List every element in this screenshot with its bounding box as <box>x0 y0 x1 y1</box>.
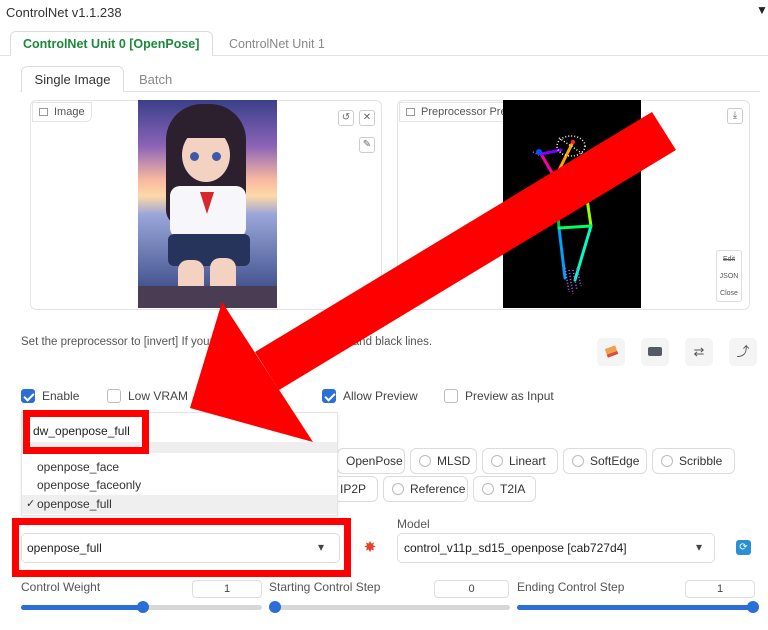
preview-as-input-label: Preview as Input <box>465 389 554 403</box>
pose-skeleton <box>532 135 599 295</box>
collapse-toggle-icon[interactable]: ▼ <box>756 3 768 17</box>
tab-controlnet-unit-0[interactable]: ControlNet Unit 0 [OpenPose] <box>10 31 213 56</box>
enable-label: Enable <box>42 389 80 403</box>
preprocessor-option-openpose-full[interactable]: openpose_full <box>37 497 112 511</box>
starting-step-input[interactable]: 0 <box>434 580 509 598</box>
low-vram-label: Low VRAM <box>128 389 189 403</box>
image-icon <box>406 108 415 116</box>
radio-icon <box>419 455 431 467</box>
curved-arrow-icon: ⤴ <box>736 344 750 359</box>
canvas-edit-button[interactable] <box>597 338 625 366</box>
swap-arrows-icon: ⇄ <box>693 344 705 359</box>
accordion-title[interactable]: ControlNet v1.1.238 <box>6 5 122 20</box>
send-dimensions-button[interactable]: ⤴ <box>729 338 757 366</box>
run-preprocessor-button[interactable]: ✸ <box>359 537 381 559</box>
control-type-label: IP2P <box>340 482 367 496</box>
rotate-icon[interactable]: ↺ <box>338 110 354 126</box>
control-type-mlsd[interactable]: MLSD <box>410 448 477 474</box>
starting-step-track[interactable] <box>269 605 510 610</box>
control-type-lineart[interactable]: Lineart <box>482 448 558 474</box>
preprocessor-option-openpose-face[interactable]: openpose_face <box>37 460 119 474</box>
edit-button[interactable]: Edit <box>717 251 741 268</box>
control-type-scribble[interactable]: Scribble <box>652 448 735 474</box>
json-button[interactable]: JSON <box>717 268 741 285</box>
camera-icon <box>648 347 662 356</box>
starting-step-handle[interactable] <box>269 601 281 613</box>
download-icon[interactable]: ⤓ <box>727 108 743 124</box>
radio-icon <box>491 455 503 467</box>
control-type-openpose[interactable]: OpenPose <box>337 448 405 474</box>
model-selected-value: control_v11p_sd15_openpose [cab727d4] <box>404 541 627 555</box>
highlight-box-search <box>23 410 149 454</box>
image-panel-label: Image <box>32 102 92 122</box>
control-type-label: T2IA <box>500 482 526 496</box>
tab-batch[interactable]: Batch <box>139 72 172 87</box>
hint-text-start: Set the preprocessor to [invert] If your… <box>21 336 236 348</box>
control-weight-input[interactable]: 1 <box>192 580 262 598</box>
starting-step-label: Starting Control Step <box>269 580 381 594</box>
checkmark-icon: ✓ <box>26 498 36 510</box>
highlight-box-preprocessor <box>12 518 351 577</box>
tab-label: ControlNet Unit 0 [OpenPose] <box>23 37 200 51</box>
image-tabs-bar <box>20 91 760 92</box>
ending-step-label: Ending Control Step <box>517 580 625 594</box>
mirror-webcam-button[interactable]: ⇄ <box>685 338 713 366</box>
brush-icon[interactable]: ✎ <box>359 137 375 153</box>
radio-icon <box>661 455 673 467</box>
pose-editor-buttons: Edit JSON Close <box>716 250 742 302</box>
control-type-softedge[interactable]: SoftEdge <box>563 448 647 474</box>
preview-as-input-checkbox[interactable] <box>444 389 458 403</box>
refresh-models-button[interactable]: ⟳ <box>736 540 751 555</box>
model-label: Model <box>397 517 430 531</box>
tab-single-image[interactable]: Single Image <box>21 66 124 92</box>
close-icon[interactable]: ✕ <box>359 110 375 126</box>
enable-checkbox[interactable] <box>21 389 35 403</box>
webcam-button[interactable] <box>641 338 669 366</box>
openpose-skeleton-image <box>503 100 641 308</box>
control-type-t2ia[interactable]: T2IA <box>473 476 536 502</box>
explosion-icon: ✸ <box>363 539 377 556</box>
preprocessor-option-openpose-faceonly[interactable]: openpose_faceonly <box>37 478 141 492</box>
refresh-icon: ⟳ <box>739 542 748 553</box>
image-label: Image <box>54 106 85 118</box>
tab-controlnet-unit-1[interactable]: ControlNet Unit 1 <box>229 37 325 51</box>
ending-step-input[interactable]: 1 <box>685 580 755 598</box>
anime-girl-image <box>138 100 277 308</box>
allow-preview-label: Allow Preview <box>343 389 418 403</box>
control-weight-fill <box>21 605 143 610</box>
ending-step-fill <box>517 605 758 610</box>
control-type-label: Scribble <box>679 454 723 468</box>
hint-text-end: ound and black lines. <box>324 336 433 348</box>
control-type-label: Reference <box>410 482 466 496</box>
ending-step-handle[interactable] <box>747 601 759 613</box>
allow-preview-checkbox[interactable] <box>322 389 336 403</box>
radio-icon <box>572 455 584 467</box>
control-weight-handle[interactable] <box>137 601 149 613</box>
control-type-label: Lineart <box>509 454 546 468</box>
control-type-label: MLSD <box>437 454 471 468</box>
close-button[interactable]: Close <box>717 285 741 302</box>
image-icon <box>39 108 48 116</box>
control-type-label: SoftEdge <box>590 454 640 468</box>
control-type-reference[interactable]: Reference <box>383 476 468 502</box>
control-type-label: OpenPose <box>346 454 403 468</box>
pencil-icon <box>604 345 618 358</box>
control-weight-label: Control Weight <box>21 580 101 594</box>
tab-label: Single Image <box>34 72 111 87</box>
dropdown-caret-icon: ▾ <box>696 540 703 554</box>
radio-icon <box>392 483 404 495</box>
radio-icon <box>482 483 494 495</box>
low-vram-checkbox[interactable] <box>107 389 121 403</box>
